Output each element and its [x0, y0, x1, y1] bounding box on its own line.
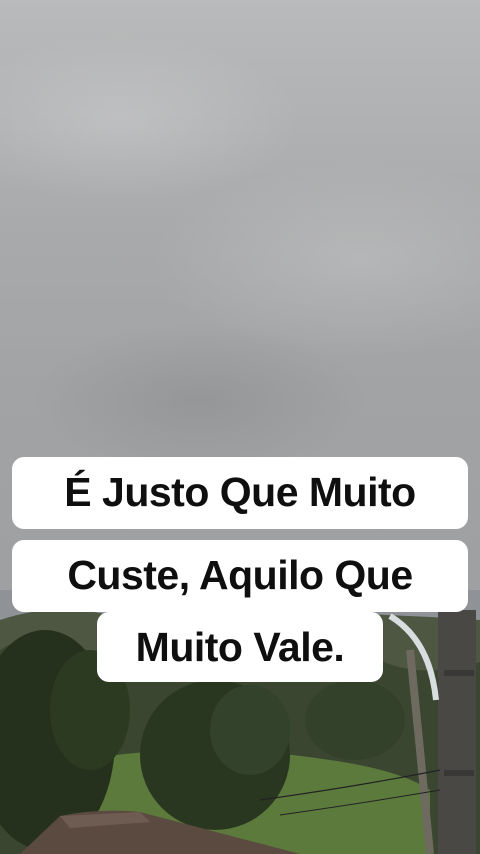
caption-overlay: É Justo Que Muito Custe, Aquilo Que Muit…	[0, 0, 480, 854]
caption-line-1: É Justo Que Muito	[12, 457, 468, 529]
caption-line-3-text: Muito Vale.	[135, 624, 345, 670]
caption-line-2: Custe, Aquilo Que	[12, 540, 468, 612]
caption-line-1-text: É Justo Que Muito	[64, 469, 416, 515]
caption-line-3: Muito Vale.	[97, 612, 383, 682]
caption-line-2-text: Custe, Aquilo Que	[67, 552, 413, 598]
